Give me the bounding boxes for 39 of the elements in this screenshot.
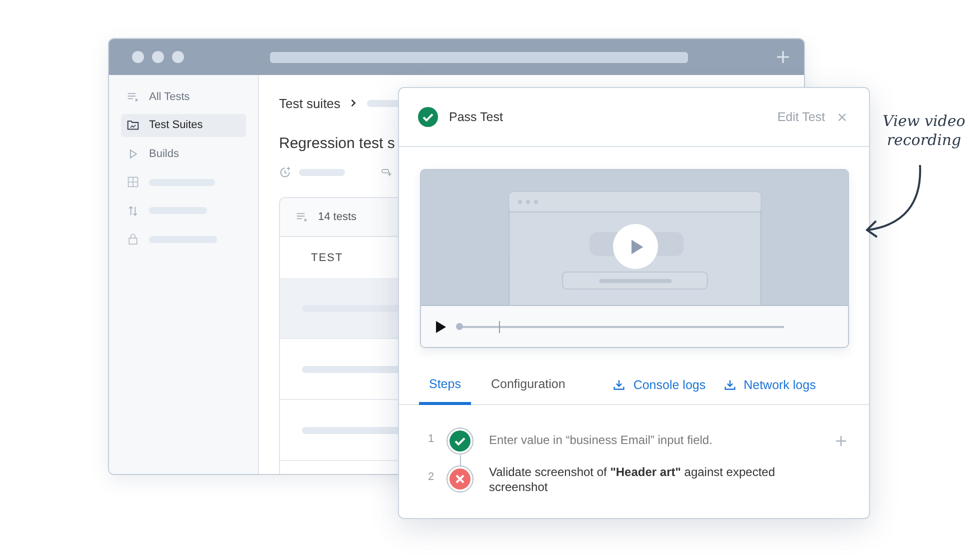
step-text: Validate screenshot of "Header art" against expected screenshot — [489, 465, 776, 495]
sort-icon — [127, 204, 139, 216]
test-count: 14 tests — [318, 211, 357, 223]
window-dot — [172, 51, 184, 63]
edit-test-link[interactable]: Edit Test — [777, 110, 826, 124]
step-number: 2 — [428, 470, 436, 483]
tab[interactable]: Configuration — [480, 366, 576, 405]
placeholder-bar — [299, 168, 345, 176]
download-icon[interactable] — [613, 379, 626, 391]
address-bar[interactable] — [270, 52, 688, 62]
annotation-text: View video recording — [882, 112, 966, 150]
download-link[interactable]: Network logs — [744, 378, 816, 392]
step-number: 1 — [428, 432, 436, 445]
download-link[interactable]: Console logs — [633, 378, 706, 392]
window-dot — [132, 51, 144, 63]
suite-title: Regression test s — [279, 135, 396, 152]
grid-icon — [127, 176, 139, 188]
folder-icon — [127, 119, 139, 131]
chevron-icon — [350, 98, 358, 108]
tab[interactable]: Steps — [419, 366, 471, 405]
check-icon — [417, 106, 439, 128]
window-dot — [152, 51, 164, 63]
play-icon[interactable] — [436, 320, 446, 332]
clock-icon — [279, 166, 291, 178]
lock-icon — [127, 233, 139, 245]
list-icon — [296, 211, 308, 223]
sidebar-item[interactable]: All Tests — [121, 85, 246, 108]
list-icon — [127, 90, 139, 102]
column-header: TEST — [311, 252, 344, 264]
link-icon — [381, 166, 393, 178]
play-icon — [127, 148, 139, 160]
dialog-title: Pass Test — [449, 110, 503, 124]
sidebar-item[interactable]: Builds — [121, 142, 246, 165]
step-text: Enter value in “business Email” input field. — [489, 432, 714, 448]
sidebar-item[interactable]: Test Suites — [121, 114, 246, 136]
track-knob[interactable] — [456, 323, 463, 330]
breadcrumb-link[interactable]: Test suites — [279, 96, 340, 110]
download-icon[interactable] — [724, 379, 736, 391]
plus-icon[interactable] — [835, 435, 847, 447]
